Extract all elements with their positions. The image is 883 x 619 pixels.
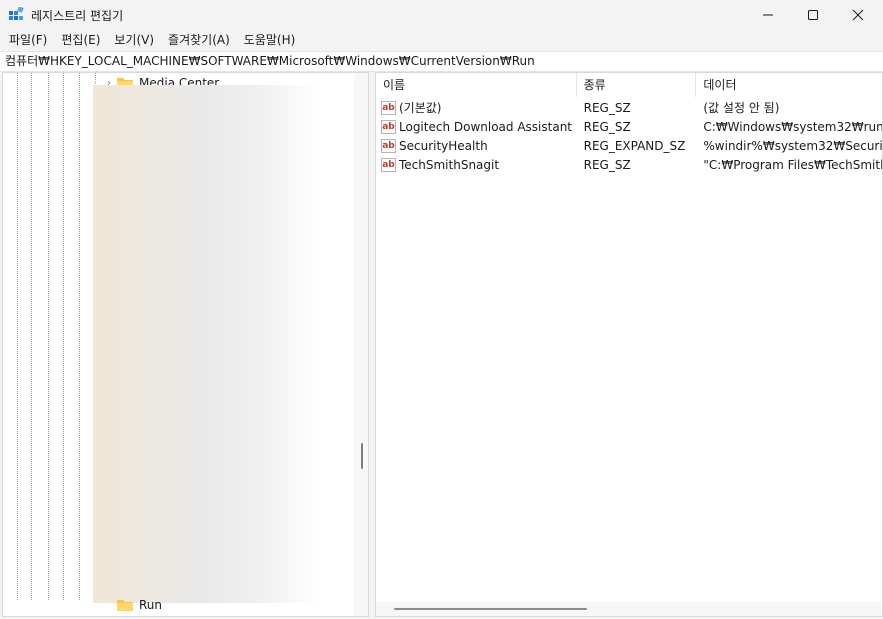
tree-guide-line (31, 73, 32, 600)
menu-favorites[interactable]: 즐겨찾기(A) (161, 30, 237, 51)
value-data: %windir%₩system32₩SecurityHealthSystray.… (703, 138, 883, 153)
tree-guide-line (79, 73, 80, 600)
registry-editor-icon (9, 7, 24, 20)
values-list-pane[interactable]: 이름 종류 데이터 ab (기본값) REG_SZ (값 설정 안 됨) ab Lo… (375, 72, 883, 617)
value-type: REG_SZ (583, 157, 631, 172)
value-name-cell: ab TechSmithSnagit (376, 157, 577, 172)
value-name: TechSmithSnagit (399, 157, 500, 172)
folder-open-icon (117, 600, 133, 611)
value-data: "C:₩Program Files₩TechSmith₩Snagit" (703, 157, 882, 172)
key-tree-pane[interactable]: › Media Center Run (2, 72, 369, 617)
close-button[interactable] (835, 0, 881, 30)
menu-view[interactable]: 보기(V) (107, 30, 161, 51)
value-name: (기본값) (399, 101, 442, 115)
title-bar: 레지스트리 편집기 (0, 0, 883, 30)
menu-help[interactable]: 도움말(H) (237, 30, 303, 51)
redacted-region (93, 85, 321, 603)
tree-node-run[interactable]: Run (107, 597, 162, 613)
tree-guide-line (48, 73, 49, 600)
value-type: REG_SZ (583, 119, 631, 134)
tree-guide-line (17, 73, 18, 600)
tree-guide-line (63, 73, 64, 600)
ab-string-icon: ab (381, 157, 396, 172)
list-horizontal-scrollbar[interactable] (376, 602, 882, 616)
value-data: (값 설정 안 됨) (703, 101, 780, 115)
ab-string-icon: ab (381, 119, 396, 134)
ab-string-icon: ab (381, 100, 396, 115)
maximize-icon (808, 10, 818, 20)
value-name-cell: ab Logitech Download Assistant (376, 119, 577, 134)
window-title: 레지스트리 편집기 (31, 9, 124, 23)
scrollbar-thumb[interactable] (361, 443, 363, 469)
value-type: REG_EXPAND_SZ (583, 138, 686, 153)
tree-node-label: Run (139, 598, 163, 612)
tree-vertical-scrollbar[interactable] (354, 73, 368, 616)
table-row[interactable]: ab SecurityHealth REG_EXPAND_SZ %windir%₩… (376, 136, 883, 155)
address-bar[interactable]: 컴퓨터₩HKEY_LOCAL_MACHINE₩SOFTWARE₩Microsof… (0, 51, 883, 72)
menu-bar: 파일(F) 편집(E) 보기(V) 즐겨찾기(A) 도움말(H) (0, 30, 883, 51)
table-row[interactable]: ab TechSmithSnagit REG_SZ "C:₩Program Fil… (376, 155, 882, 174)
ab-string-icon: ab (381, 138, 396, 153)
menu-file[interactable]: 파일(F) (2, 30, 54, 51)
minimize-icon (763, 14, 773, 16)
value-data: C:₩Windows₩system32₩rundll32.exe (703, 119, 882, 134)
value-type: REG_SZ (583, 100, 631, 115)
value-name: SecurityHealth (399, 138, 488, 153)
table-row[interactable]: ab Logitech Download Assistant REG_SZ C:₩… (376, 117, 882, 136)
column-header-data[interactable]: 데이터 (696, 73, 882, 97)
value-name-cell: ab SecurityHealth (376, 138, 577, 153)
maximize-button[interactable] (790, 0, 836, 30)
column-header: 이름 종류 데이터 (376, 73, 882, 97)
column-header-type[interactable]: 종류 (577, 73, 697, 97)
scrollbar-thumb[interactable] (394, 608, 587, 610)
close-icon (852, 9, 864, 21)
column-header-name[interactable]: 이름 (376, 73, 577, 97)
value-name: Logitech Download Assistant (399, 119, 573, 134)
value-name-cell: ab (기본값) (376, 99, 577, 116)
table-row[interactable]: ab (기본값) REG_SZ (값 설정 안 됨) (376, 98, 882, 117)
minimize-button[interactable] (745, 0, 791, 30)
menu-edit[interactable]: 편집(E) (54, 30, 107, 51)
